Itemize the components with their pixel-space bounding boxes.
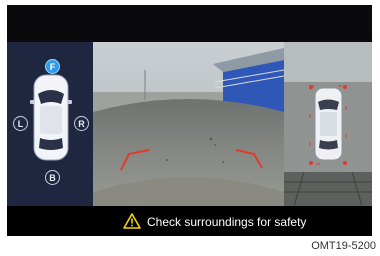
warning-triangle-icon <box>123 213 141 229</box>
camera-selector-panel: F L R B <box>7 42 93 206</box>
right-camera-button[interactable]: R <box>74 116 89 131</box>
back-camera-button[interactable]: B <box>45 170 60 185</box>
birds-eye-view <box>284 42 372 206</box>
front-camera-view <box>93 42 284 206</box>
safety-message: Check surroundings for safety <box>147 215 307 229</box>
camera-display: F L R B Check surroundings for safety <box>7 5 372 236</box>
front-camera-button[interactable]: F <box>45 59 60 74</box>
message-bar: Check surroundings for safety <box>7 206 372 236</box>
left-camera-button[interactable]: L <box>13 116 28 131</box>
figure-code: OMT19-5200 <box>311 240 376 252</box>
